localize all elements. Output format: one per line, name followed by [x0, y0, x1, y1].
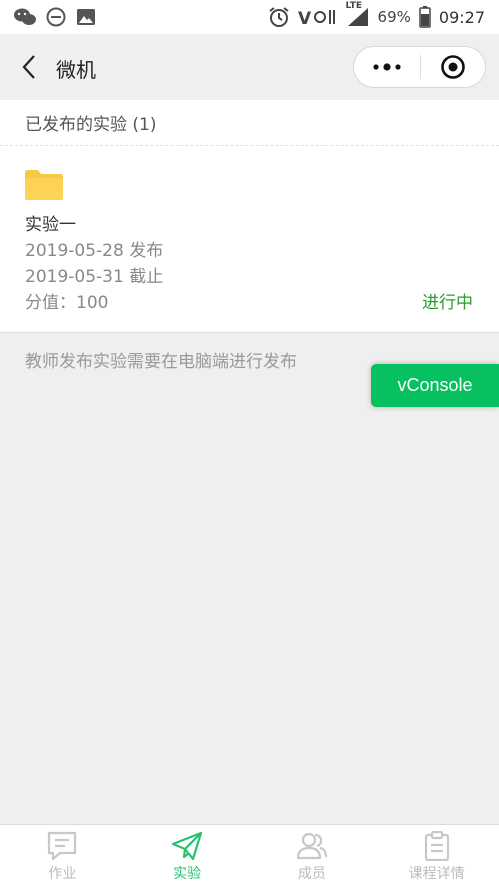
dnd-icon [46, 7, 66, 27]
tab-course-details[interactable]: 课程详情 [374, 825, 499, 888]
homework-icon [48, 831, 77, 861]
page-title: 微机 [56, 58, 96, 82]
signal-icon: LTE [346, 1, 370, 27]
target-close-icon [441, 55, 465, 79]
network-label: LTE [345, 1, 363, 11]
status-bar-left [14, 7, 96, 27]
wechat-icon [14, 8, 36, 26]
tab-members[interactable]: 成员 [250, 825, 375, 888]
tab-label: 成员 [297, 866, 326, 882]
folder-icon [25, 170, 63, 204]
status-bar-right: V LTE 69% 09:27 [268, 1, 485, 28]
close-mini-program-button[interactable] [421, 47, 485, 87]
tab-experiment[interactable]: 实验 [125, 825, 250, 888]
battery-icon [419, 6, 431, 28]
experiment-score: 分值：100 [25, 293, 109, 313]
image-icon [76, 8, 96, 26]
svg-text:V: V [298, 9, 312, 27]
experiment-publish-date: 2019-05-28 发布 [25, 241, 164, 261]
publish-hint: 教师发布实验需要在电脑端进行发布 [25, 352, 297, 372]
navigation-bar: 微机 [0, 34, 499, 100]
mini-program-capsule [353, 46, 486, 88]
status-bar: V LTE 69% 09:27 [0, 0, 499, 34]
clipboard-icon [424, 831, 449, 861]
status-badge: 进行中 [422, 293, 473, 313]
experiment-deadline: 2019-05-31 截止 [25, 267, 164, 287]
volte-icon: V [298, 7, 338, 27]
tab-homework[interactable]: 作业 [0, 825, 125, 888]
alarm-icon [268, 6, 290, 28]
tab-label: 作业 [48, 866, 77, 882]
vconsole-button[interactable]: vConsole [371, 364, 499, 407]
tab-label: 实验 [173, 866, 202, 882]
section-title: 已发布的实验 (1) [0, 100, 499, 146]
back-button[interactable] [14, 52, 44, 82]
battery-percent: 69% [377, 8, 411, 26]
members-icon [296, 832, 327, 860]
more-button[interactable] [354, 47, 420, 87]
tab-bar: 作业 实验 成员 课程详情 [0, 824, 499, 888]
experiment-name: 实验一 [25, 215, 76, 235]
experiment-card[interactable]: 实验一 2019-05-28 发布 2019-05-31 截止 分值：100 进… [0, 146, 499, 333]
more-dots-icon [373, 63, 401, 71]
chevron-left-icon [22, 55, 35, 79]
experiment-list-panel: 已发布的实验 (1) 实验一 2019-05-28 发布 2019-05-31 … [0, 100, 499, 333]
send-icon [172, 831, 203, 861]
status-time: 09:27 [438, 7, 485, 27]
tab-label: 课程详情 [408, 866, 465, 882]
